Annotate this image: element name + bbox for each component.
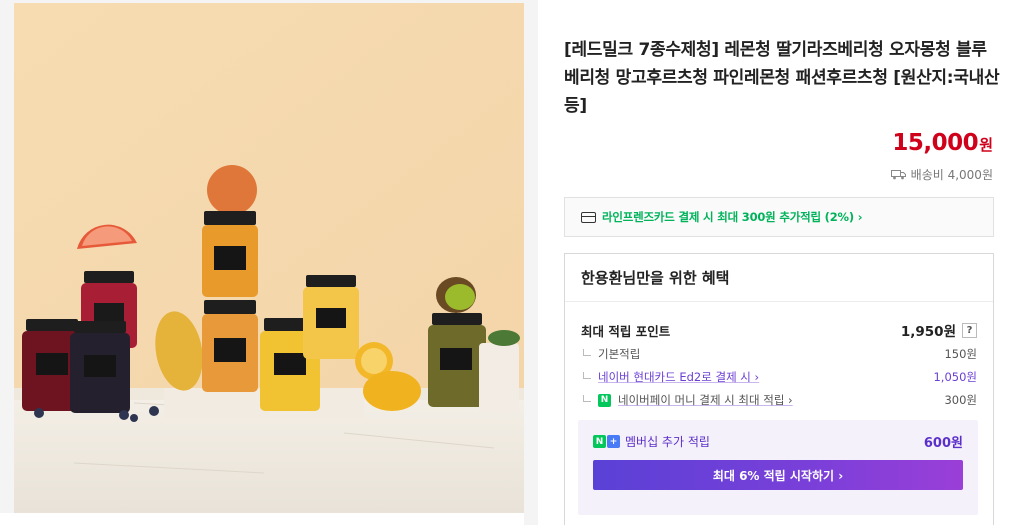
hyundai-card-row: 네이버 현대카드 Ed2로 결제 시 › 1,050원 — [581, 369, 977, 385]
product-photo[interactable] — [14, 3, 524, 513]
naver-pay-icon: N — [598, 393, 611, 407]
price: 15,000 원 — [892, 130, 993, 156]
tree-branch-icon — [583, 394, 591, 402]
shipping-fee: 배송비 4,000원 — [890, 166, 993, 183]
card-promo-banner[interactable]: 라인프렌즈카드 결제 시 최대 300원 추가적립 (2%) › — [564, 197, 994, 237]
membership-box: N + 멤버십 추가 적립 600원 최대 6% 적립 시작하기 › — [578, 420, 978, 515]
tree-branch-icon — [583, 348, 591, 356]
help-icon[interactable]: ? — [962, 322, 977, 338]
truck-icon — [890, 170, 906, 180]
max-points-value: 1,950원 — [900, 324, 956, 340]
membership-row: N + 멤버십 추가 적립 600원 — [593, 432, 963, 451]
basic-points-label: 기본적립 — [598, 347, 641, 361]
shipping-fee-text: 배송비 4,000원 — [910, 168, 993, 182]
membership-label: 멤버십 추가 적립 — [625, 435, 710, 449]
card-promo-text: 라인프렌즈카드 결제 시 최대 300원 추가적립 (2%) › — [602, 210, 863, 224]
npay-money-value: 300원 — [944, 393, 977, 407]
basic-points-value: 150원 — [944, 347, 977, 361]
start-points-button[interactable]: 최대 6% 적립 시작하기 › — [593, 460, 963, 490]
hyundai-card-value: 1,050원 — [933, 370, 977, 384]
column-gap — [524, 0, 538, 525]
basic-points-row: 기본적립 150원 — [581, 346, 977, 362]
credit-card-icon — [581, 211, 596, 223]
product-page: [레드밀크 7종수제청] 레몬청 딸기라즈베리청 오자몽청 블루베리청 망고후르… — [0, 0, 1014, 525]
max-points-label: 최대 적립 포인트 — [581, 323, 671, 339]
npay-money-row: N 네이버페이 머니 결제 시 최대 적립 › 300원 — [581, 392, 977, 408]
membership-value: 600원 — [923, 436, 963, 451]
benefit-heading: 한용환님만을 위한 혜택 — [565, 254, 993, 302]
hyundai-card-link[interactable]: 네이버 현대카드 Ed2로 결제 시 › — [598, 369, 759, 385]
tree-branch-icon — [583, 371, 591, 379]
product-title: [레드밀크 7종수제청] 레몬청 딸기라즈베리청 오자몽청 블루베리청 망고후르… — [564, 40, 1000, 116]
product-info-panel: [레드밀크 7종수제청] 레몬청 딸기라즈베리청 오자몽청 블루베리청 망고후르… — [538, 0, 1014, 525]
price-currency: 원 — [979, 136, 993, 154]
naver-plus-icon: N + — [593, 435, 620, 448]
price-value: 15,000 — [892, 130, 979, 156]
npay-money-link[interactable]: 네이버페이 머니 결제 시 최대 적립 › — [618, 392, 793, 408]
max-points-row: 최대 적립 포인트 1,950원 ? — [581, 320, 977, 340]
photo-bottom-spacer — [0, 513, 524, 525]
